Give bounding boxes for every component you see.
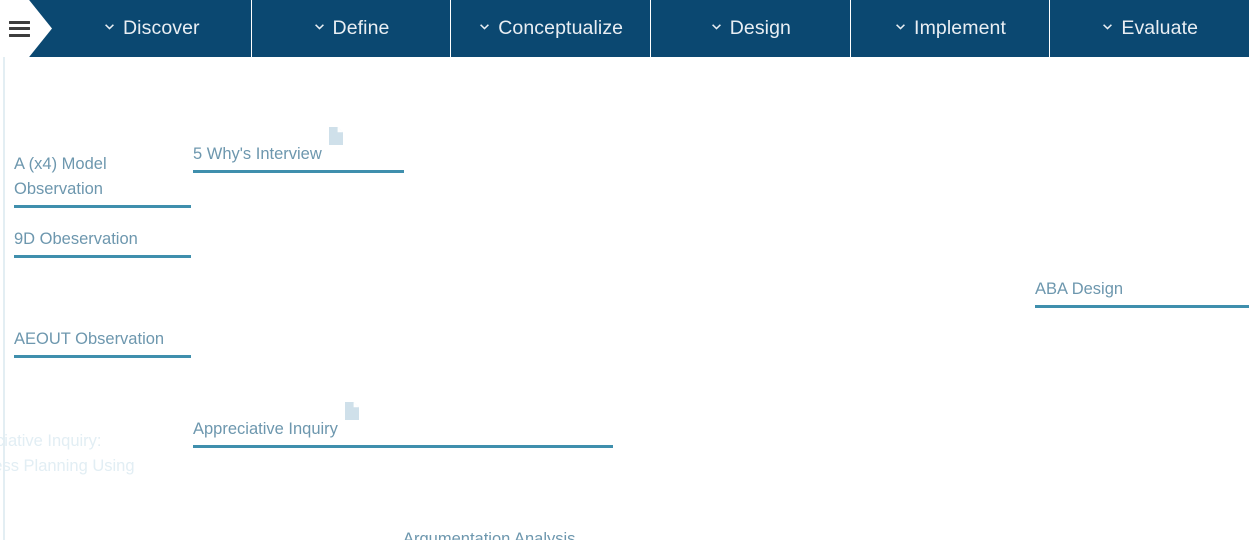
nav-item-evaluate[interactable]: Evaluate [1050,0,1249,57]
chevron-down-icon [478,21,491,34]
card-label: 5 Why's Interview [193,145,322,163]
card-argumentation-analysis[interactable]: Argumentation Analysis [403,502,613,540]
card-label: Appreciative Inquiry: Business Planning … [0,432,135,475]
card-label: ABA Design [1035,280,1124,298]
nav-item-label: Conceptualize [498,17,624,39]
method-cards-area: 5 Why's Interview A (x4) Model Observati… [0,57,1249,540]
nav-item-define[interactable]: Define [252,0,452,57]
document-icon[interactable] [344,377,359,420]
nav-item-conceptualize[interactable]: Conceptualize [451,0,652,57]
card-appreciative-inquiry[interactable]: Appreciative Inquiry [193,352,613,473]
chevron-down-icon [894,21,907,34]
card-label: Appreciative Inquiry [193,420,338,438]
nav-item-label: Discover [123,17,200,39]
card-underline [14,255,191,258]
menu-arrow-container [0,0,52,57]
document-icon[interactable] [328,102,343,145]
card-label: AEOUT Observation [14,330,165,348]
card-label: 9D Obeservation [14,230,138,248]
hamburger-icon[interactable] [9,20,30,37]
nav-item-label: Evaluate [1121,17,1199,39]
nav-item-discover[interactable]: Discover [52,0,252,57]
card-appreciative-inquiry-business-planning-using-ar[interactable]: Appreciative Inquiry: Business Planning … [0,404,191,540]
card-underline [193,170,404,173]
chevron-down-icon [103,21,116,34]
nav-item-design[interactable]: Design [651,0,851,57]
nav-item-implement[interactable]: Implement [851,0,1051,57]
card-underline [1035,305,1249,308]
card-underline [193,445,613,448]
nav-item-label: Design [729,17,791,39]
card-label: Argumentation Analysis [403,530,576,540]
chevron-down-icon [1101,21,1114,34]
chevron-down-icon [313,21,326,34]
card-aeout-observation[interactable]: AEOUT Observation [14,302,191,383]
hamburger-bar-1 [9,20,30,24]
card-aba-design[interactable]: ABA Design [1035,252,1249,333]
hamburger-bar-3 [9,33,30,37]
main-navbar: Discover Define Conceptualize Design Imp [0,0,1249,57]
card-underline [14,355,191,358]
chevron-down-icon [710,21,723,34]
card-9d-obeservation[interactable]: 9D Obeservation [14,202,191,283]
nav-item-label: Implement [914,17,1006,39]
navbar-items: Discover Define Conceptualize Design Imp [52,0,1249,57]
hamburger-bar-2 [9,27,30,30]
card-5-whys-interview[interactable]: 5 Why's Interview [193,77,404,198]
nav-item-label: Define [332,17,390,39]
card-label: A (x4) Model Observation [14,155,107,198]
